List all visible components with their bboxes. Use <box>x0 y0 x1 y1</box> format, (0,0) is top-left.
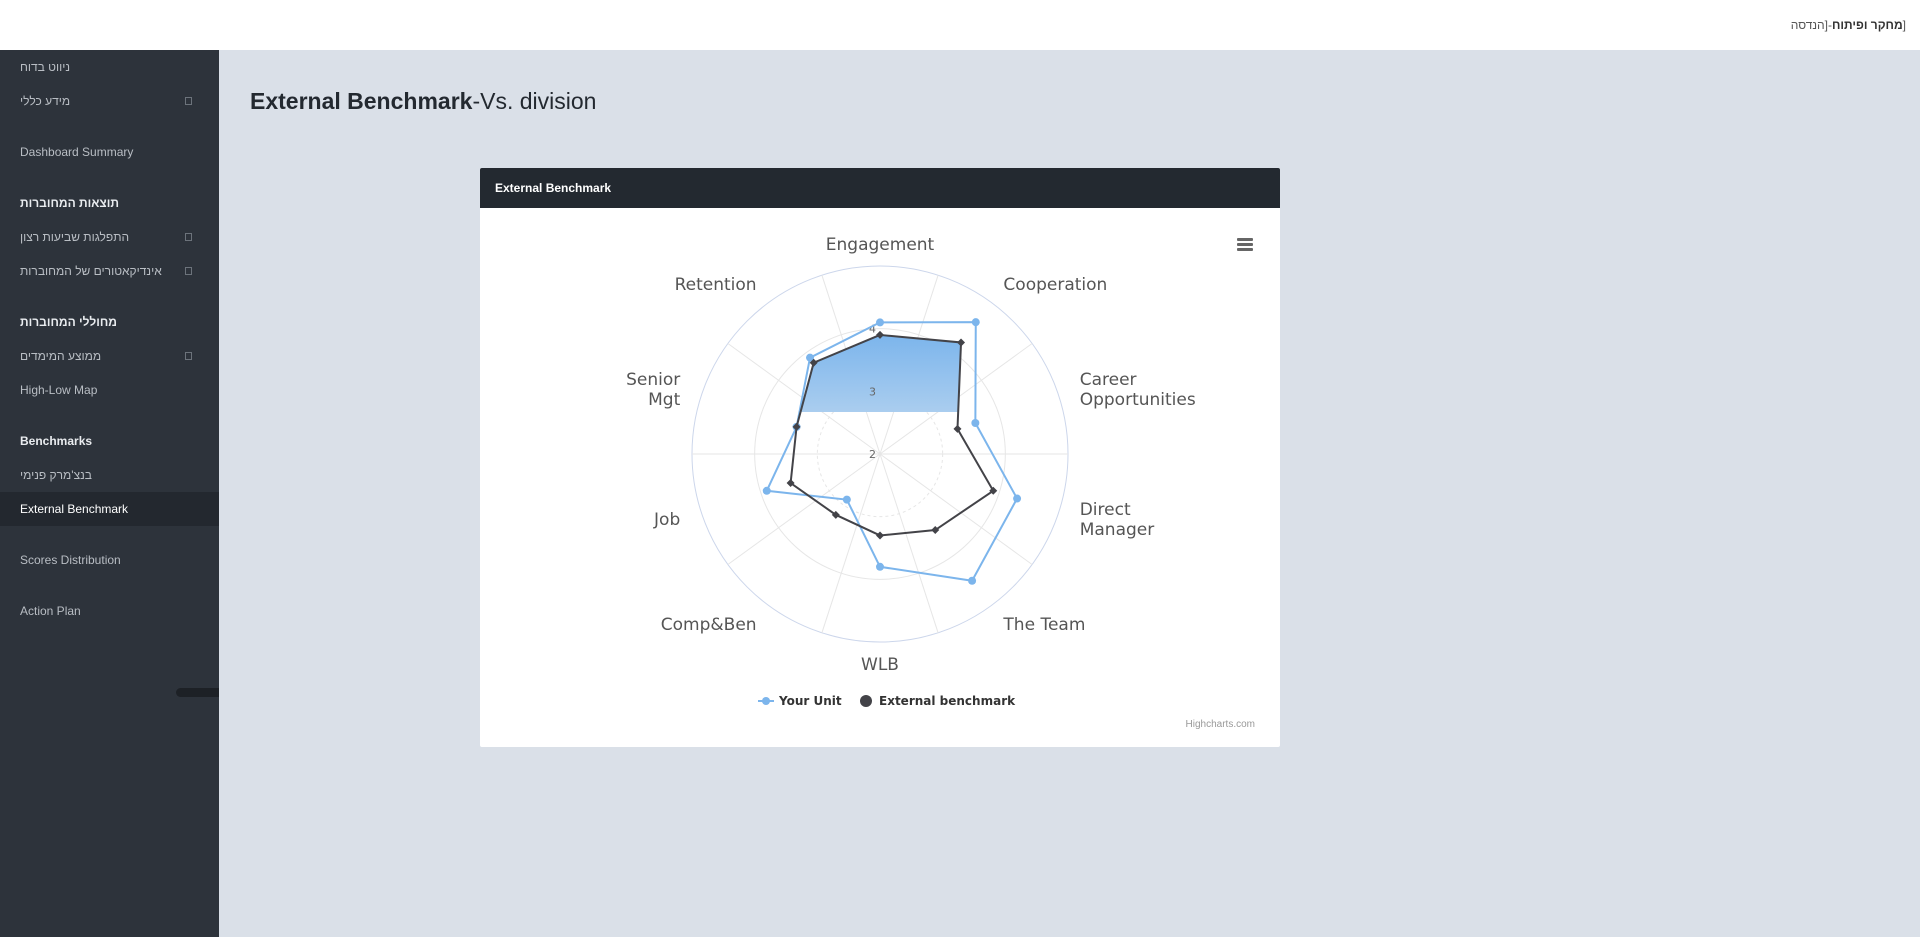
category-label: The Team <box>1002 615 1085 635</box>
chart-card: External Benchmark 2 3 4 Engagement Cooperat… <box>480 168 1280 747</box>
category-label: Cooperation <box>1003 275 1107 295</box>
category-label: Engagement <box>826 235 935 255</box>
category-label: WLB <box>861 655 899 675</box>
data-point-your-unit <box>971 318 980 327</box>
sidebar-item-label: מידע כללי <box>20 94 71 108</box>
sidebar-item: מחוללי המחוברות <box>0 305 219 339</box>
sidebar-item-label: High-Low Map <box>20 383 98 397</box>
y-tick-label: 2 <box>869 448 876 461</box>
category-label-line: Mgt <box>648 390 680 410</box>
category-label: Job <box>653 510 680 530</box>
category-label-line: Career <box>1080 370 1137 390</box>
sidebar-item: תוצאות המחוברות <box>0 186 219 220</box>
legend-label: Your Unit <box>778 694 842 708</box>
category-label-line: Manager <box>1080 520 1155 540</box>
sidebar-item[interactable]: Scores Distribution <box>0 543 219 577</box>
expand-toggle-icon[interactable] <box>185 97 192 105</box>
radar-chart: 234EngagementCooperationCareer Opportunit… <box>626 235 1196 708</box>
sidebar-item-label: תוצאות המחוברות <box>20 196 119 210</box>
sidebar-item: Benchmarks <box>0 424 219 458</box>
sidebar-item-label: Scores Distribution <box>20 553 121 567</box>
sidebar-item[interactable]: בנצ'מרק פנימי <box>0 458 219 492</box>
expand-toggle-icon[interactable] <box>185 267 192 275</box>
category-label-line: Engagement <box>826 235 935 255</box>
y-tick-label: 3 <box>869 385 876 398</box>
sidebar-item-label: בנצ'מרק פנימי <box>20 468 92 482</box>
category-label: Retention <box>675 275 757 295</box>
sidebar-item[interactable]: ממוצע המימדים <box>0 339 219 373</box>
sidebar-item-label: Benchmarks <box>20 434 93 448</box>
sidebar-scrollbar[interactable] <box>176 688 219 697</box>
data-point-external-benchmark <box>876 531 884 540</box>
category-label: Direct Manager <box>1080 500 1155 540</box>
top-bar: [מחקר ופיתוח-[הנדסה <box>0 0 1920 50</box>
category-label: Comp&Ben <box>661 615 757 635</box>
category-label-line: WLB <box>861 655 899 675</box>
legend-item-external-benchmark[interactable]: External benchmark <box>860 694 1016 708</box>
sidebar: ניווט בדוח מידע כללי Dashboard Summary תוצא… <box>0 50 219 937</box>
data-point-your-unit <box>762 486 771 495</box>
category-label-line: Comp&Ben <box>661 615 757 635</box>
data-point-your-unit <box>876 318 884 327</box>
data-point-your-unit <box>876 562 884 571</box>
category-label-line: Cooperation <box>1003 275 1107 295</box>
breadcrumb-bracket: [ <box>1902 18 1906 32</box>
category-label: Career Opportunities <box>1080 370 1196 410</box>
page-title-sub: -Vs. division <box>472 88 597 114</box>
radar-spoke <box>821 453 881 633</box>
legend-symbol-external-benchmark <box>860 695 872 707</box>
breadcrumb-division[interactable]: מחקר ופיתוח <box>1832 18 1903 32</box>
radar-spoke <box>727 453 881 565</box>
breadcrumb: [מחקר ופיתוח-[הנדסה <box>1791 18 1906 32</box>
category-label-line: Retention <box>675 275 757 295</box>
category-label-line: Direct <box>1080 500 1131 520</box>
data-point-external-benchmark <box>953 424 962 433</box>
data-point-your-unit <box>1013 494 1022 503</box>
category-label-line: Opportunities <box>1080 390 1196 410</box>
sidebar-item-label: אינדיקאטורים של המחוברות <box>20 264 162 278</box>
data-point-your-unit <box>842 495 851 504</box>
category-label: Senior Mgt <box>626 370 680 410</box>
sidebar-item[interactable]: Dashboard Summary <box>0 135 219 169</box>
sidebar-item-label: Action Plan <box>20 604 81 618</box>
legend-label: External benchmark <box>879 694 1016 708</box>
data-point-your-unit <box>971 419 980 428</box>
category-label-line: Senior <box>626 370 680 390</box>
legend-item-your-unit[interactable]: Your Unit <box>758 694 842 708</box>
card-header: External Benchmark <box>480 168 1280 208</box>
sidebar-item[interactable]: ניווט בדוח <box>0 50 219 84</box>
legend-symbol-your-unit <box>762 697 770 705</box>
breadcrumb-unit[interactable]: -[הנדסה <box>1791 18 1832 32</box>
category-label-line: Job <box>653 510 680 530</box>
sidebar-item-label: Dashboard Summary <box>20 145 134 159</box>
sidebar-item[interactable]: High-Low Map <box>0 373 219 407</box>
sidebar-item[interactable]: Action Plan <box>0 594 219 628</box>
sidebar-item[interactable]: External Benchmark <box>0 492 219 526</box>
sidebar-item-label: מחוללי המחוברות <box>20 315 117 329</box>
sidebar-item-label: External Benchmark <box>20 502 129 516</box>
data-point-your-unit <box>968 576 977 585</box>
sidebar-item-label: התפלגות שביעות רצון <box>20 230 130 244</box>
page-title: External Benchmark-Vs. division <box>250 88 596 115</box>
sidebar-item-label: ממוצע המימדים <box>20 349 102 363</box>
radar-spoke <box>879 453 939 633</box>
page-title-main: External Benchmark <box>250 88 473 114</box>
category-label-line: The Team <box>1002 615 1085 635</box>
expand-toggle-icon[interactable] <box>185 352 192 360</box>
sidebar-item[interactable]: מידע כללי <box>0 84 219 118</box>
highcharts-credit-link[interactable]: Highcharts.com <box>1186 719 1255 730</box>
sidebar-item[interactable]: התפלגות שביעות רצון <box>0 220 219 254</box>
radar-spoke <box>879 453 1033 565</box>
expand-toggle-icon[interactable] <box>185 233 192 241</box>
sidebar-item[interactable]: אינדיקאטורים של המחוברות <box>0 254 219 288</box>
sidebar-item-label: ניווט בדוח <box>20 60 71 74</box>
